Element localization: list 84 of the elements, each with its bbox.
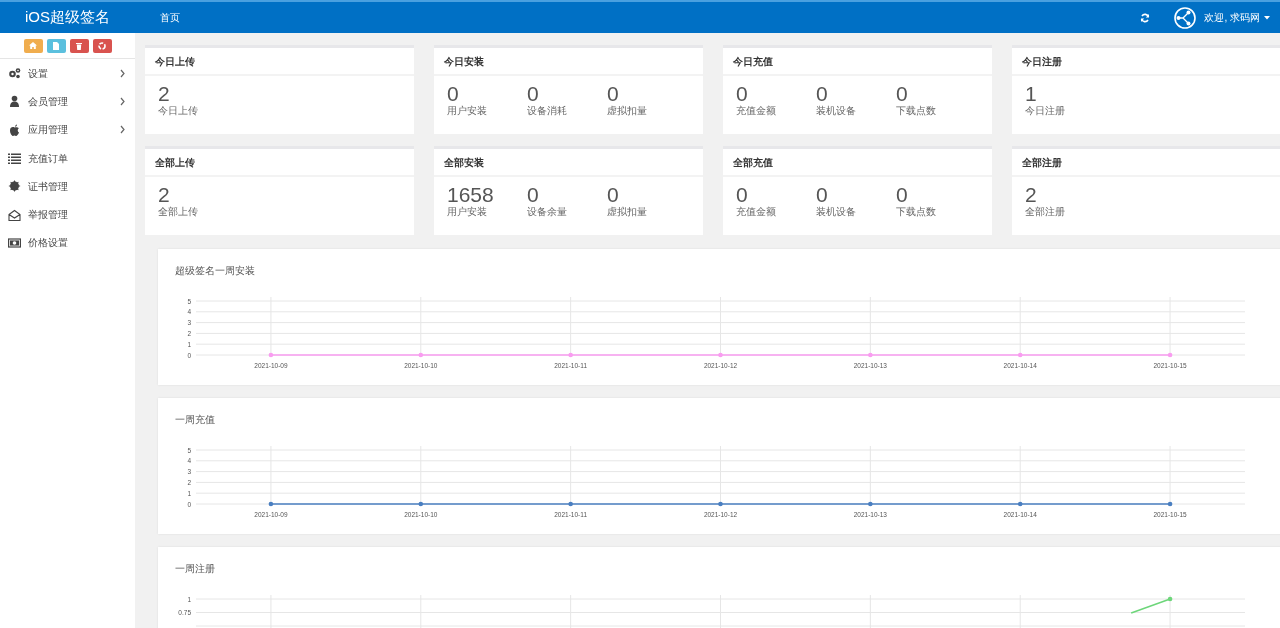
user-menu[interactable]: 欢迎, 求码网 [1204,10,1276,25]
stat-label: 设备余量 [527,206,568,218]
stat-value: 0 [607,183,620,206]
stat-label: 用户安装 [447,105,488,117]
card-title: 今日上传 [145,48,414,76]
stat-value: 1 [1025,82,1038,105]
apple-icon [8,123,21,136]
home-icon [28,40,38,51]
stat-label: 全部注册 [1025,206,1066,218]
stat-value: 2 [1025,183,1038,206]
quick-button[interactable] [69,38,89,53]
stat-label: 全部上传 [158,206,199,218]
app-title: iOS超级签名 [24,7,111,28]
quick-button[interactable] [46,38,66,53]
envelope-open-icon [8,208,21,221]
sidebar-item[interactable]: 价格设置 [0,228,135,258]
stat-label: 充值金额 [736,206,777,218]
data-point [418,501,424,507]
stat-label: 今日注册 [1025,105,1066,117]
stat-value: 0 [816,183,829,206]
chart-title: 一周充值 [174,413,216,426]
stat-value: 0 [896,82,909,105]
data-point [1167,352,1173,358]
stat-value: 2 [158,183,171,206]
sidebar-item[interactable]: 充值订单 [0,143,135,173]
card-title: 全部充值 [723,149,992,177]
stat-value: 0 [736,183,749,206]
sidebar-item[interactable]: 证书管理 [0,172,135,201]
sidebar-item[interactable]: 设置 [0,59,135,88]
stat-value: 0 [607,82,620,105]
stat-label: 虚拟扣量 [607,105,648,117]
stat-label: 充值金额 [736,105,777,117]
sidebar-item[interactable]: 举报管理 [0,200,135,229]
card-title: 全部安装 [434,149,703,177]
chart-title: 一周注册 [174,562,216,575]
stat-value: 0 [447,82,460,105]
stat-label: 装机设备 [816,105,857,117]
data-point [718,501,723,507]
stat-value: 0 [527,183,540,206]
stat-value: 1658 [447,183,495,206]
user-icon [8,95,21,108]
data-point [568,501,573,507]
stat-label: 下载点数 [896,206,937,218]
stat-value: 0 [816,82,829,105]
stat-value: 0 [736,82,749,105]
chart-title: 超级签名一周安装 [174,264,256,277]
nav-link[interactable]: 首页 [160,10,180,25]
data-point [1017,352,1023,358]
data-point [268,352,274,358]
file-icon [51,40,61,51]
sidebar-item[interactable]: 应用管理 [0,115,135,144]
quick-button[interactable] [92,38,112,53]
card-title: 全部注册 [1012,149,1280,177]
card-title: 今日注册 [1012,48,1280,76]
money-icon [8,236,21,249]
stat-value: 0 [896,183,909,206]
data-point [1167,501,1173,507]
stat-label: 设备消耗 [527,105,568,117]
card-title: 全部上传 [145,149,414,177]
stat-label: 装机设备 [816,206,857,218]
card-title: 今日安装 [434,48,703,76]
stat-value: 2 [158,82,171,105]
refresh-icon[interactable] [1140,12,1151,23]
recycle-icon [97,40,107,51]
data-point [268,501,274,507]
list-icon [8,152,21,165]
caret-icon [1264,15,1270,20]
badge-icon [8,180,21,193]
data-point [718,352,723,358]
data-point [1017,501,1023,507]
data-point [868,501,873,507]
card-title: 今日充值 [723,48,992,76]
data-point [418,352,424,358]
stat-value: 0 [527,82,540,105]
stat-label: 下载点数 [896,105,937,117]
trash-icon [74,40,84,51]
sidebar-item[interactable]: 会员管理 [0,87,135,116]
stat-label: 虚拟扣量 [607,206,648,218]
gears-icon [8,67,21,80]
stat-label: 今日上传 [158,105,199,117]
line-chart-drawing [1130,596,1173,614]
stat-label: 用户安装 [447,206,488,218]
data-point [568,352,573,358]
data-point [868,352,873,358]
